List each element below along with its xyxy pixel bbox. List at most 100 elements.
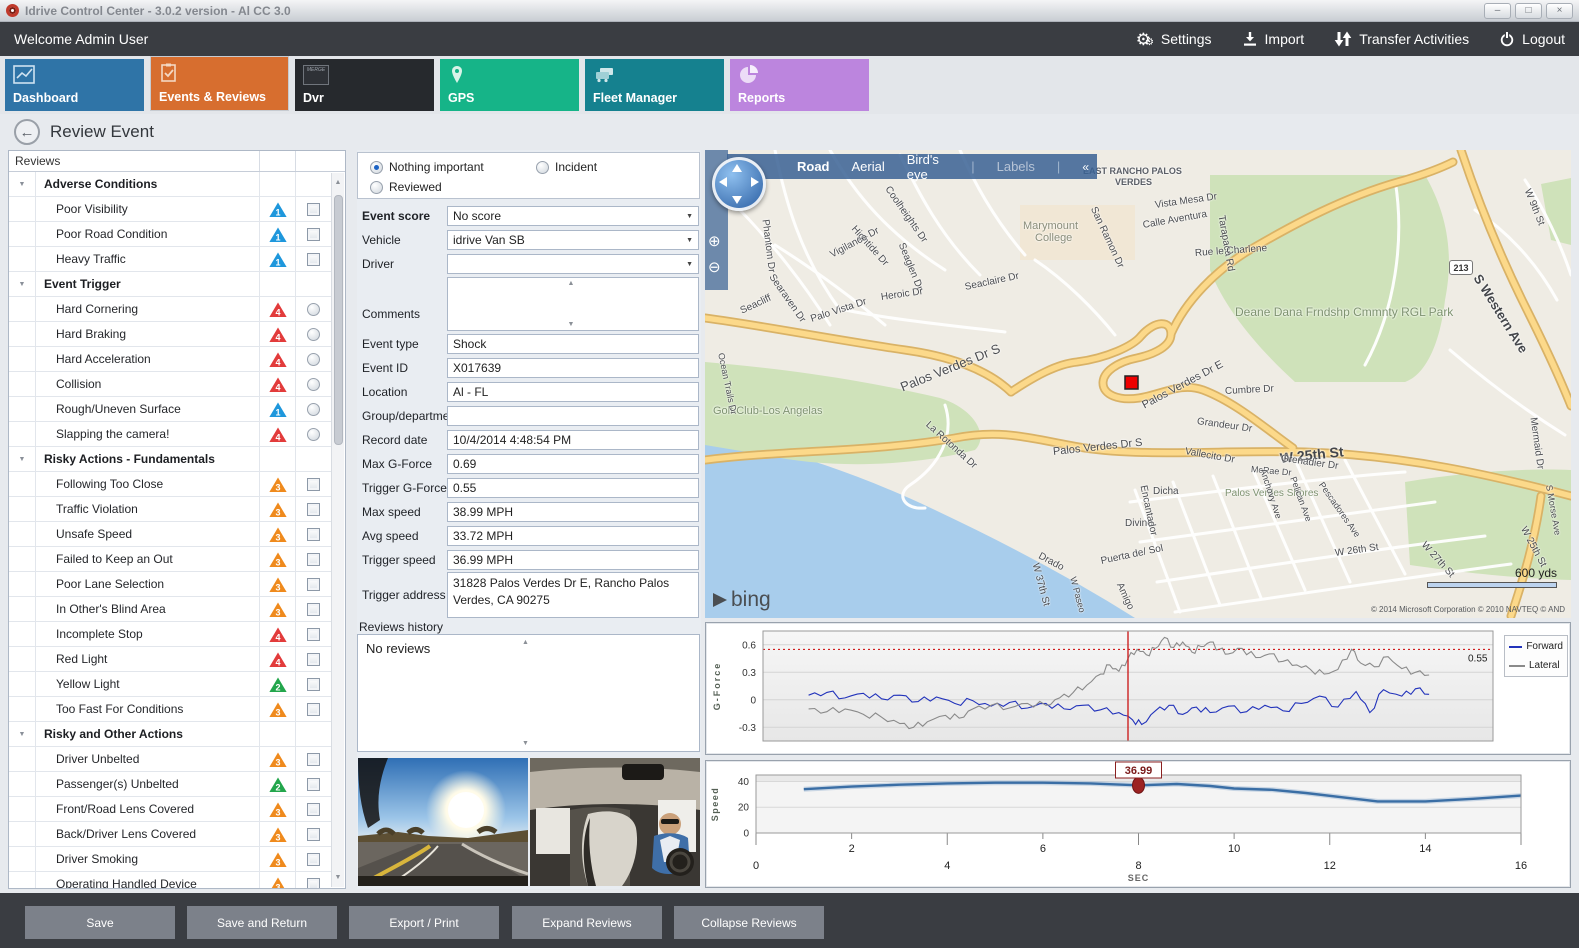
review-item-checkbox[interactable] [307, 578, 320, 591]
field-event-id[interactable]: X017639 [447, 358, 699, 378]
pan-down-icon[interactable] [732, 196, 742, 204]
map-view-labels[interactable]: Labels [997, 159, 1035, 174]
save-and-return-button[interactable]: Save and Return [187, 906, 337, 939]
field-trigger-address[interactable]: 31828 Palos Verdes Dr E, Rancho Palos Ve… [447, 572, 699, 618]
review-item-checkbox[interactable] [307, 778, 320, 791]
import-button[interactable]: Import [1242, 31, 1305, 47]
reviews-scrollbar[interactable]: ▲ ▼ [331, 173, 344, 887]
close-button[interactable]: × [1546, 3, 1573, 19]
review-item-checkbox[interactable] [307, 628, 320, 641]
map-view-road[interactable]: Road [797, 159, 830, 174]
collapse-arrow-icon[interactable]: ▼ [9, 456, 35, 463]
review-item-checkbox[interactable] [307, 528, 320, 541]
event-location-marker[interactable] [1125, 376, 1138, 389]
back-button[interactable]: ← [14, 119, 40, 145]
radio-icon[interactable] [370, 161, 383, 174]
scroll-down-icon[interactable]: ▼ [355, 740, 696, 747]
review-item-checkbox[interactable] [307, 228, 320, 241]
settings-button[interactable]: ⚙⚙ Settings [1136, 31, 1212, 48]
transfer-activities-button[interactable]: Transfer Activities [1334, 31, 1469, 47]
collapse-arrow-icon[interactable]: ▼ [9, 731, 35, 738]
review-item-checkbox[interactable] [307, 678, 320, 691]
scroll-down-icon[interactable]: ▼ [446, 321, 696, 328]
review-item-checkbox[interactable] [307, 203, 320, 216]
map-pan-compass[interactable] [712, 157, 766, 211]
field-event-type[interactable]: Shock [447, 334, 699, 354]
reviews-history-box[interactable]: No reviews ▲ ▼ [357, 634, 700, 752]
expand-reviews-button[interactable]: Expand Reviews [512, 906, 662, 939]
cabin-camera-image[interactable] [530, 758, 700, 886]
radio-icon[interactable] [536, 161, 549, 174]
review-item-checkbox[interactable] [307, 653, 320, 666]
map-view-birdseye[interactable]: Bird's eye [907, 152, 949, 182]
export-print-button[interactable]: Export / Print [349, 906, 499, 939]
scroll-up-icon[interactable]: ▲ [332, 179, 344, 186]
pan-right-icon[interactable] [751, 177, 759, 187]
review-item-checkbox[interactable] [307, 553, 320, 566]
collapse-arrow-icon[interactable]: ▼ [9, 281, 35, 288]
field-record-date[interactable]: 10/4/2014 4:48:54 PM [447, 430, 699, 450]
field-trigger-speed[interactable]: 36.99 MPH [447, 550, 699, 570]
review-group-row[interactable]: ▼Risky and Other Actions [9, 722, 331, 747]
scrollbar-thumb[interactable] [334, 195, 343, 445]
field-trigger-g-force[interactable]: 0.55 [447, 478, 699, 498]
map-view-aerial[interactable]: Aerial [852, 159, 885, 174]
field-location[interactable]: Al - FL [447, 382, 699, 402]
map-toolbar-collapse[interactable]: « [1082, 160, 1089, 174]
pan-left-icon[interactable] [719, 177, 727, 187]
minimize-button[interactable]: – [1484, 3, 1511, 19]
collapse-arrow-icon[interactable]: ▼ [9, 181, 35, 188]
review-item-radio[interactable] [307, 378, 320, 391]
tab-dashboard[interactable]: Dashboard [5, 59, 144, 111]
tab-gps[interactable]: GPS [440, 59, 579, 111]
vehicle-select[interactable]: idrive Van SB ▼ [447, 230, 699, 250]
field-max-speed[interactable]: 38.99 MPH [447, 502, 699, 522]
field-max-g-force[interactable]: 0.69 [447, 454, 699, 474]
save-button[interactable]: Save [25, 906, 175, 939]
comments-textarea[interactable]: ▲ ▼ [447, 277, 699, 331]
review-item-checkbox[interactable] [307, 603, 320, 616]
event-score-select[interactable]: No score ▼ [447, 206, 699, 226]
zoom-in-icon[interactable]: ⊕ [708, 232, 721, 250]
review-item-checkbox[interactable] [307, 878, 320, 889]
review-group-row[interactable]: ▼Event Trigger [9, 272, 331, 297]
zoom-out-icon[interactable]: ⊖ [708, 258, 721, 276]
review-item-checkbox[interactable] [307, 503, 320, 516]
tab-events-reviews[interactable]: Events & Reviews [150, 56, 289, 111]
review-group-row[interactable]: ▼Risky Actions - Fundamentals [9, 447, 331, 472]
driver-select[interactable]: ▼ [447, 254, 699, 274]
review-item-checkbox[interactable] [307, 253, 320, 266]
radio-incident[interactable]: Incident [536, 160, 597, 174]
maximize-button[interactable]: □ [1515, 3, 1542, 19]
review-item-checkbox[interactable] [307, 703, 320, 716]
review-item-radio[interactable] [307, 328, 320, 341]
review-item-radio[interactable] [307, 303, 320, 316]
scroll-down-icon[interactable]: ▼ [332, 874, 344, 881]
chevron-down-icon: ▼ [686, 237, 693, 244]
front-road-camera-image[interactable] [358, 758, 528, 886]
review-item-checkbox[interactable] [307, 753, 320, 766]
scroll-up-icon[interactable]: ▲ [355, 639, 696, 646]
radio-nothing-important[interactable]: Nothing important [370, 160, 484, 174]
radio-reviewed[interactable]: Reviewed [370, 180, 442, 194]
review-item-checkbox[interactable] [307, 853, 320, 866]
tab-reports[interactable]: Reports [730, 59, 869, 111]
review-item-radio[interactable] [307, 353, 320, 366]
bing-map-canvas[interactable]: EAST RANCHO PALOSVERDESMarymountCollegeD… [705, 150, 1571, 618]
review-item-radio[interactable] [307, 428, 320, 441]
radio-icon[interactable] [370, 181, 383, 194]
review-item-checkbox[interactable] [307, 478, 320, 491]
collapse-reviews-button[interactable]: Collapse Reviews [674, 906, 824, 939]
tab-dvr[interactable]: MERGE Dvr [295, 59, 434, 111]
review-item-checkbox[interactable] [307, 803, 320, 816]
tab-fleet-manager[interactable]: Fleet Manager [585, 59, 724, 111]
pan-up-icon[interactable] [732, 164, 742, 172]
speed-marker-dot[interactable] [1133, 777, 1145, 793]
review-item-checkbox[interactable] [307, 828, 320, 841]
review-item-radio[interactable] [307, 403, 320, 416]
field-avg-speed[interactable]: 33.72 MPH [447, 526, 699, 546]
field-group-department[interactable] [447, 406, 699, 426]
logout-button[interactable]: Logout [1499, 31, 1565, 47]
scroll-up-icon[interactable]: ▲ [446, 280, 696, 287]
review-group-row[interactable]: ▼Adverse Conditions [9, 172, 331, 197]
